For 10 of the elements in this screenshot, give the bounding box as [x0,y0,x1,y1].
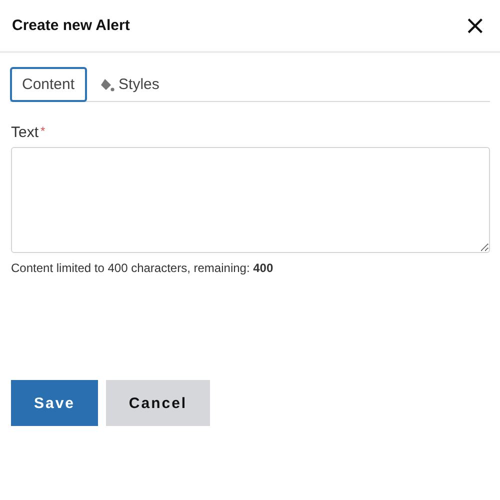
save-button[interactable]: Save [11,380,98,426]
tab[interactable]: Content [10,67,87,102]
close-button[interactable]: × [462,12,488,38]
required-mark: * [40,124,46,140]
text-field[interactable] [11,147,490,253]
tab[interactable]: Styles [86,67,172,102]
dialog-title: Create new Alert [12,17,130,34]
cancel-button[interactable]: Cancel [106,380,210,426]
field-label: Text [11,124,39,141]
helper-text: Content limited to 400 characters, remaining: 400 [11,261,274,275]
